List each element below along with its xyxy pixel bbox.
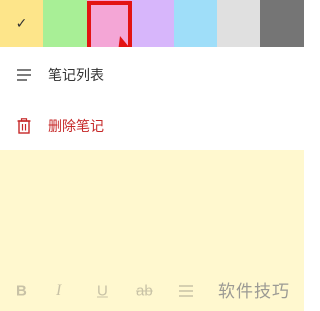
strikethrough-button[interactable]: ab [136,283,153,300]
color-swatch-green[interactable] [43,0,87,47]
list-icon [17,69,31,81]
color-swatch-blue[interactable] [174,0,217,47]
menu-item-delete-note[interactable]: 删除笔记 [0,103,304,149]
underline-button[interactable]: U [97,283,108,300]
context-menu: 笔记列表 删除笔记 [0,47,304,150]
check-icon: ✓ [15,15,28,32]
menu-item-label: 笔记列表 [48,68,104,84]
menu-item-note-list[interactable]: 笔记列表 [0,52,304,98]
trash-icon [17,118,31,134]
color-swatch-charcoal[interactable] [260,0,304,47]
color-picker-strip: ✓ [0,0,304,47]
italic-button[interactable]: I [56,282,61,300]
bold-button[interactable]: B [16,283,27,300]
annotation-highlight-box [87,1,132,53]
color-swatch-purple[interactable] [131,0,174,47]
format-toolbar: B I U ab [0,271,304,311]
menu-item-label: 删除笔记 [48,119,104,135]
color-swatch-gray[interactable] [217,0,260,47]
list-format-icon[interactable] [178,284,194,298]
color-swatch-yellow[interactable]: ✓ [0,0,43,47]
